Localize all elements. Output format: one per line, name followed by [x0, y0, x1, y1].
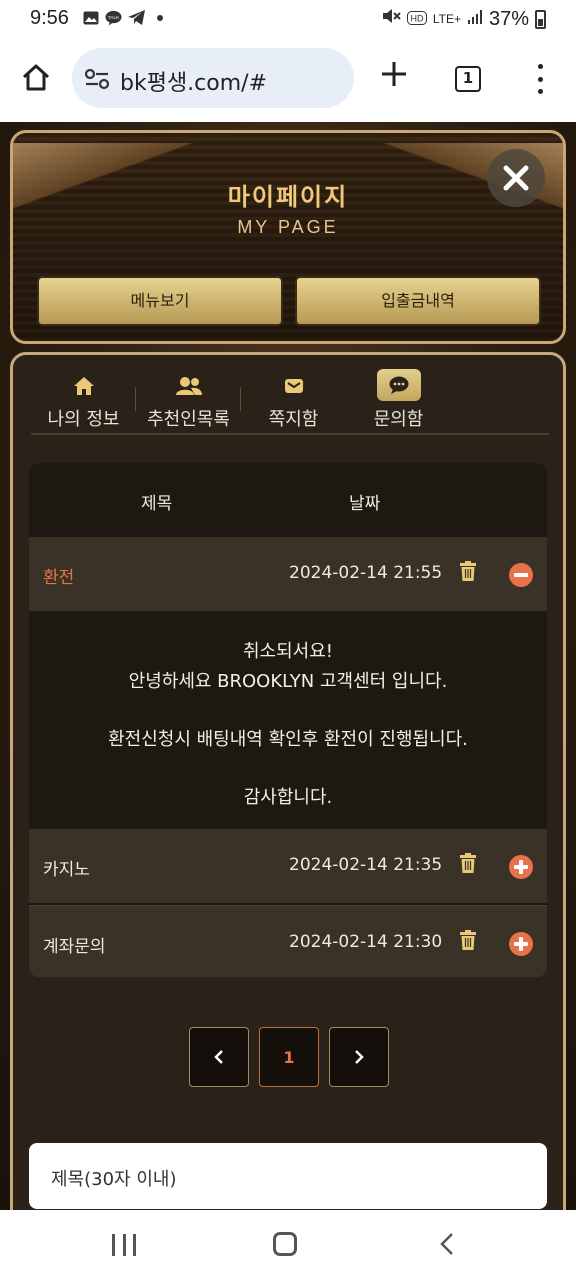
table-row[interactable]: 계좌문의 2024-02-14 21:30	[29, 905, 547, 977]
system-nav-bar	[0, 1210, 576, 1280]
status-time: 9:56	[30, 7, 69, 29]
url-text: bk평생.com/#	[120, 71, 268, 96]
tab-label: 나의 정보	[47, 409, 120, 430]
home-outline-icon	[22, 64, 50, 91]
mypage-header: 마이페이지 MY PAGE 메뉴보기 입출금내역	[10, 130, 566, 344]
deposit-withdraw-history-button[interactable]: 입출금내역	[295, 276, 541, 326]
table-row[interactable]: 환전 2024-02-14 21:55	[29, 537, 547, 611]
users-icon	[175, 375, 202, 397]
trash-icon[interactable]	[459, 853, 477, 875]
chat-icon	[376, 369, 421, 401]
recent-apps-icon[interactable]	[112, 1234, 136, 1256]
browser-home-button[interactable]	[16, 58, 56, 98]
tab-label: 문의함	[373, 409, 424, 430]
mute-icon	[381, 7, 401, 31]
column-date-header: 날짜	[349, 494, 381, 514]
tab-my-info[interactable]: 나의 정보	[31, 369, 136, 433]
home-nav-icon[interactable]	[273, 1232, 297, 1256]
site-settings-icon[interactable]	[84, 68, 110, 90]
answer-line: 환전신청시 배팅내역 확인후 환전이 진행됩니다.	[108, 729, 468, 750]
page-subtitle: MY PAGE	[237, 217, 339, 237]
trash-icon[interactable]	[459, 561, 477, 583]
row-title: 계좌문의	[43, 937, 106, 957]
svg-text:TALK: TALK	[108, 14, 120, 20]
next-page-button[interactable]	[329, 1027, 389, 1087]
row-date: 2024-02-14 21:55	[289, 563, 443, 583]
expand-plus-icon[interactable]	[509, 855, 533, 879]
dot-icon	[151, 9, 168, 26]
telegram-icon	[128, 9, 145, 26]
mypage-panel: 나의 정보 추천인목록 쪽지함 문의함 제목 날짜 환전 2024-02-14 …	[10, 352, 566, 1210]
row-title: 환전	[43, 568, 75, 588]
close-icon	[503, 165, 529, 191]
answer-line: 취소되서요!	[242, 641, 333, 662]
signal-icon	[467, 8, 483, 31]
trash-icon[interactable]	[459, 930, 477, 952]
address-bar[interactable]: bk평생.com/#	[72, 48, 354, 108]
notification-icons: TALK	[82, 9, 168, 26]
talk-icon: TALK	[105, 9, 122, 26]
page-title: 마이페이지	[227, 183, 349, 211]
hd-icon: HD	[406, 8, 427, 31]
envelope-icon	[281, 375, 307, 397]
status-bar: 9:56 TALK HD LTE+ 37%	[0, 0, 576, 38]
status-right: HD LTE+ 37%	[381, 7, 546, 31]
menu-view-button[interactable]: 메뉴보기	[37, 276, 283, 326]
page-number-button[interactable]: 1	[259, 1027, 319, 1087]
column-title-header: 제목	[141, 494, 173, 514]
pagination: 1	[189, 1027, 389, 1087]
chevron-right-icon	[355, 1050, 364, 1064]
row-date: 2024-02-14 21:35	[289, 855, 443, 875]
row-date: 2024-02-14 21:30	[289, 932, 443, 952]
answer-line: 감사합니다.	[243, 787, 333, 808]
svg-text:HD: HD	[410, 13, 423, 23]
tab-label: 쪽지함	[268, 409, 319, 430]
close-button[interactable]	[487, 149, 545, 207]
more-menu-icon[interactable]	[528, 62, 552, 96]
tab-messages[interactable]: 쪽지함	[241, 369, 346, 433]
battery-icon	[535, 9, 546, 29]
network-label: LTE+	[432, 12, 461, 26]
mypage-tabs: 나의 정보 추천인목록 쪽지함 문의함	[31, 369, 549, 435]
collapse-minus-icon[interactable]	[509, 563, 533, 587]
chevron-left-icon	[214, 1050, 223, 1064]
tab-referrals[interactable]: 추천인목록	[136, 369, 241, 433]
answer-line: 안녕하세요 BROOKLYN 고객센터 입니다.	[128, 671, 448, 692]
expand-plus-icon[interactable]	[509, 932, 533, 956]
page-content: 마이페이지 MY PAGE 메뉴보기 입출금내역 나의 정보 추천인목록 쪽지함…	[0, 122, 576, 1210]
inquiry-table: 제목 날짜 환전 2024-02-14 21:55 취소되서요! 안녕하세요 B…	[29, 463, 547, 977]
gallery-icon	[82, 9, 99, 26]
input-placeholder: 제목(30자 이내)	[51, 1169, 177, 1190]
tab-label: 추천인목록	[147, 409, 230, 430]
row-title: 카지노	[43, 860, 90, 880]
tab-inquiries[interactable]: 문의함	[346, 369, 451, 433]
back-nav-icon[interactable]	[436, 1232, 460, 1256]
home-icon	[71, 375, 97, 397]
prev-page-button[interactable]	[189, 1027, 249, 1087]
browser-toolbar: bk평생.com/# 1	[0, 38, 576, 122]
table-row[interactable]: 카지노 2024-02-14 21:35	[29, 829, 547, 903]
tab-switcher-button[interactable]: 1	[455, 66, 481, 92]
plus-icon	[382, 62, 406, 86]
inquiry-title-input[interactable]: 제목(30자 이내)	[29, 1143, 547, 1209]
inquiry-answer: 취소되서요! 안녕하세요 BROOKLYN 고객센터 입니다. 환전신청시 배팅…	[31, 619, 545, 823]
new-tab-button[interactable]	[378, 60, 410, 92]
table-header: 제목 날짜	[29, 463, 547, 537]
battery-percent: 37%	[488, 7, 529, 30]
